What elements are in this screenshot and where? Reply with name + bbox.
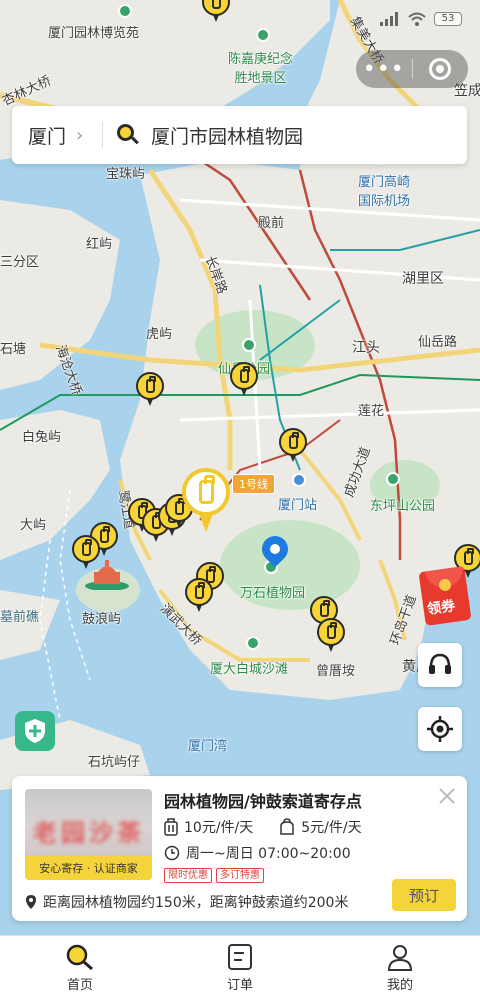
map-label-chen-jiageng: 陈嘉庚纪念 胜地景区: [228, 52, 294, 86]
tab-profile-label: 我的: [386, 978, 413, 993]
clock-icon: [164, 845, 180, 861]
locate-icon: [427, 716, 453, 742]
profile-icon: [387, 945, 413, 971]
metro-line-tag: 1号线: [232, 474, 275, 494]
city-selector[interactable]: 厦门 ›: [12, 122, 102, 149]
map-label-gulangyu: 鼓浪屿: [82, 612, 122, 627]
search-icon: [66, 944, 93, 971]
tab-home[interactable]: 首页: [0, 936, 160, 999]
more-dots-icon[interactable]: •••: [356, 50, 412, 88]
map-label-airport: 厦门高崎 国际机场: [358, 175, 411, 209]
shield-plus-icon: [25, 719, 45, 743]
map-label-hongyu: 红屿: [86, 237, 113, 252]
search-icon: [117, 124, 139, 146]
map-label-yuqian: 墓前礁: [0, 610, 40, 625]
locker-pin[interactable]: [317, 618, 345, 654]
poi-xianyue-park-icon: [242, 338, 256, 352]
map-label-baituyu: 白兔屿: [22, 430, 62, 445]
large-luggage-icon: [164, 818, 178, 836]
map-label-xiamen-station: 厦门站: [278, 498, 318, 513]
map-label-xianyue-rd: 仙岳路: [418, 335, 458, 350]
poi-dongping-park-icon: [386, 472, 400, 486]
location-pin-icon: [26, 895, 36, 909]
close-mini-program-button[interactable]: [412, 50, 468, 88]
poi-xiada-icon: [246, 636, 260, 650]
map-label-xiada: 厦大白城沙滩: [210, 662, 289, 677]
locker-pin[interactable]: [230, 362, 258, 398]
verified-badge: 安心寄存 · 认证商家: [25, 856, 152, 880]
large-item-price: 10元/件/天: [184, 820, 254, 836]
chevron-right-icon: ›: [76, 124, 84, 146]
map-label-shikeng: 石坑屿仔: [88, 755, 141, 770]
customer-service-button[interactable]: [418, 643, 462, 687]
selected-locker-pin[interactable]: [182, 468, 230, 534]
storage-point-title: 园林植物园/钟鼓索道寄存点: [164, 792, 362, 811]
coupon-label: 领券: [426, 598, 457, 618]
map-label-shitang: 石塘: [0, 342, 27, 357]
search-bar[interactable]: 厦门 › 厦门市园林植物园: [12, 106, 467, 164]
storage-point-card[interactable]: 老园沙茶 安心寄存 · 认证商家 园林植物园/钟鼓索道寄存点 10元/件/天 5…: [12, 776, 467, 921]
tab-orders-label: 订单: [226, 978, 253, 993]
order-icon: [228, 944, 252, 970]
tab-orders[interactable]: 订单: [160, 936, 320, 999]
destination-pin-icon: [256, 530, 294, 574]
map-label-baozhu: 宝珠屿: [106, 167, 146, 182]
city-label: 厦门: [28, 125, 67, 148]
locker-pin[interactable]: [185, 578, 213, 614]
opening-hours: 周一~周日 07:00~20:00: [164, 843, 351, 863]
book-button[interactable]: 预订: [392, 879, 456, 911]
map-label-huli: 湖里区: [402, 271, 444, 287]
distance-text: 距离园林植物园约150米，距离钟鼓索道约200米: [43, 895, 349, 911]
locker-pin[interactable]: [72, 535, 100, 571]
distance-info: 距离园林植物园约150米，距离钟鼓索道约200米: [25, 892, 348, 912]
poi-xiamen-station-icon: [292, 473, 306, 487]
locker-pin[interactable]: [136, 372, 164, 408]
locate-me-button[interactable]: [418, 707, 462, 751]
map-label-jiangtou: 江头: [352, 340, 380, 356]
map-label-dianqian: 殿前: [258, 216, 285, 231]
signal-icon: [380, 12, 398, 26]
photo-signboard: 老园沙茶: [33, 819, 145, 847]
search-input[interactable]: 厦门市园林植物园: [151, 122, 303, 149]
bottom-tab-bar: 首页 订单 我的: [0, 935, 480, 999]
map-label-zengcuoan: 曾厝垵: [316, 664, 356, 679]
status-bar: 53: [0, 0, 480, 40]
storage-point-photo: 老园沙茶 安心寄存 · 认证商家: [25, 789, 152, 880]
locker-pin[interactable]: [279, 428, 307, 464]
promo-tag: 多订特惠: [216, 868, 264, 883]
close-card-button[interactable]: [437, 786, 457, 806]
promo-tags: 限时优惠 多订特惠: [164, 868, 264, 883]
coupon-button[interactable]: 领券: [418, 563, 476, 626]
map-label-lianhua: 莲花: [358, 404, 385, 419]
hours-text: 周一~周日 07:00~20:00: [186, 846, 351, 862]
tab-profile[interactable]: 我的: [320, 936, 480, 999]
bag-icon: [280, 818, 294, 835]
small-item-price: 5元/件/天: [301, 820, 362, 836]
insurance-button[interactable]: [15, 711, 55, 751]
map-label-dayu: 大屿: [20, 518, 47, 533]
battery-indicator: 53: [434, 12, 462, 26]
map-label-huyu: 虎屿: [146, 327, 173, 342]
promo-tag: 限时优惠: [164, 868, 212, 883]
mini-program-capsule: •••: [356, 50, 468, 88]
map-label-sanfenqu: 三分区: [0, 255, 40, 270]
wifi-icon: [408, 12, 426, 26]
target-circle-icon: [429, 58, 452, 80]
map-label-wanshi: 万石植物园: [240, 586, 306, 601]
map-label-xiamen-bay: 厦门湾: [188, 739, 228, 754]
map-label-dongping-park: 东坪山公园: [370, 499, 436, 514]
tab-home-label: 首页: [66, 978, 93, 993]
headset-icon: [429, 653, 451, 674]
price-row: 10元/件/天 5元/件/天: [164, 817, 388, 837]
